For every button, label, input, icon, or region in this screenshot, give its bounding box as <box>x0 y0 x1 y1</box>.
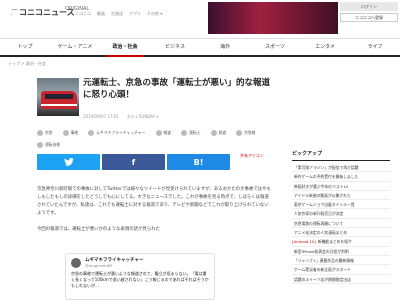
embedded-tweet[interactable]: ムギマキフライキャッチャー @mugimaki83 京急の事故で運転士が悪いよう… <box>65 253 215 300</box>
share-side-label: 共有アイコン <box>240 153 264 158</box>
pickup-text: 新機能まとめを紹介 <box>317 239 352 245</box>
tag-icon <box>37 142 43 148</box>
tag-icon <box>88 130 95 136</box>
article-title: 元運転士、京急の事故「運転士が悪い」的な報道に怒り心頭！ <box>83 78 271 100</box>
pickup-item[interactable]: 新型iPhone発表会の日程が判明 <box>292 247 390 256</box>
tag-icon <box>62 130 69 136</box>
top-link-live[interactable]: 生放送 <box>111 11 123 17</box>
share-buttons: f B! <box>37 154 230 170</box>
pickup-category: [Android 10] <box>292 239 316 245</box>
top-link-niconico[interactable]: ニコニコ <box>75 11 91 17</box>
tag-icon <box>236 130 243 136</box>
tweet-author: ムギマキフライキャッチャー @mugimaki83 <box>85 257 143 268</box>
pickup-item[interactable]: 「ジャンプ+」連載作品の最新情報 <box>292 256 390 266</box>
tweet-text: 京急の事故で運転士が悪いような報道されて、腹立が収まらない。「電は重く長くなって… <box>71 271 209 288</box>
twitter-share-button[interactable] <box>37 154 100 170</box>
pickup-text: 話題のスイーツ店が期間限定出店 <box>294 276 351 282</box>
article-thumbnail <box>37 78 79 116</box>
nav-entertainment[interactable]: エンタメ <box>300 39 350 55</box>
nav-top[interactable]: トップ <box>0 39 50 55</box>
pickup-text: 映画好きが選ぶ今年のベスト10 <box>294 183 349 189</box>
tag-icon <box>37 130 43 136</box>
register-button[interactable]: ニコニコへ登録 <box>340 13 398 22</box>
tag-item[interactable]: 報道 <box>155 130 172 136</box>
pickup-item[interactable]: 話題のスイーツ店が期間限定出店 <box>292 275 390 284</box>
pickup-text: 「実写版アラジン」が配信で再び話題 <box>294 165 359 170</box>
pickup-item[interactable]: ゲーム実況者の新企画がスタート <box>292 265 390 275</box>
tag-icon <box>210 130 217 136</box>
tag-icon <box>155 130 162 136</box>
nav-politics-society[interactable]: 政治・社会 <box>100 39 150 57</box>
tag-item[interactable]: 運転士 <box>181 130 201 136</box>
avatar[interactable] <box>71 257 81 268</box>
tweet-header: ムギマキフライキャッチャー @mugimaki83 <box>71 257 209 268</box>
tag-label: 報道 <box>163 130 172 135</box>
nav-life[interactable]: ライフ <box>350 39 400 55</box>
pickup-item[interactable]: 東京ゲームショウ出展タイトル一覧 <box>292 200 390 210</box>
facebook-share-button[interactable]: f <box>102 154 165 170</box>
top-link-other[interactable]: その他 ▾ <box>147 11 162 17</box>
nav-overseas[interactable]: 海外 <box>200 39 250 55</box>
tag-item[interactable]: 鉄道 <box>210 130 227 136</box>
tag-label: 鉄道 <box>218 130 227 135</box>
hatena-icon: B! <box>193 157 204 167</box>
tag-item[interactable]: 事故 <box>62 130 79 136</box>
pickup-text: 京急電鉄の運転再開について <box>294 220 344 226</box>
pickup-text: アイドル新曲の動画が公開された <box>294 192 351 198</box>
nav-sports[interactable]: スポーツ <box>250 39 300 55</box>
ad-banner[interactable] <box>208 2 338 34</box>
tag-item[interactable]: 京急 <box>37 130 53 136</box>
tag-icon <box>181 130 188 136</box>
article-source[interactable]: おたくSUNDAY ▸ <box>127 114 159 120</box>
pickup-text: 人気作家の新刊発売日が決定 <box>294 211 344 217</box>
pickup-item[interactable]: 新作ゲームの予約受付を開始しました <box>292 172 390 182</box>
article-paragraph: 京急神奈川新町駅での事故に対してTwitterでは様々なツイートが見受けられてい… <box>37 187 271 216</box>
twitter-bird-icon <box>63 158 74 166</box>
facebook-icon: f <box>131 157 136 167</box>
pickup-item[interactable]: 京急電鉄の運転再開について <box>292 219 390 229</box>
breadcrumb[interactable]: トップ > 政治・社会 <box>8 61 46 67</box>
pickup-item[interactable]: 「実写版アラジン」が配信で再び話題 <box>292 163 390 173</box>
pickup-item[interactable]: 映画好きが選ぶ今年のベスト10 <box>292 182 390 191</box>
article-date: 2019/09/07 17:01 <box>83 114 119 119</box>
pickup-text: アニメ化決定の人気漫画まとめ <box>294 230 348 236</box>
top-link-app[interactable]: アプリ <box>129 11 141 17</box>
article-body: 京急神奈川新町駅での事故に対してTwitterでは様々なツイートが見受けられてい… <box>37 186 272 242</box>
train-image <box>41 91 77 109</box>
pickup-item[interactable]: [Android 10] 新機能まとめを紹介 <box>292 237 390 247</box>
article-meta: 2019/09/07 17:01 おたくSUNDAY ▸ <box>83 114 158 120</box>
tag-item[interactable]: 京急線 <box>236 130 255 136</box>
site-header: ニコニコニュース ORIGINAL ニコニコ 動画 生放送 アプリ その他 ▾ … <box>0 0 400 38</box>
tag-item[interactable]: 運転技術 <box>37 142 60 148</box>
login-link[interactable]: ログイン <box>340 2 398 11</box>
tag-label: 運転技術 <box>45 142 61 147</box>
tag-label: 京急線 <box>244 130 256 135</box>
pickup-item[interactable]: 人気作家の新刊発売日が決定 <box>292 209 390 219</box>
login-area: ログイン ニコニコへ登録 <box>340 2 398 22</box>
pickup-text: ゲーム実況者の新企画がスタート <box>294 267 351 273</box>
top-links: ニコニコ 動画 生放送 アプリ その他 ▾ <box>75 11 162 17</box>
tag-label: ムギマキフライキャッチャー <box>96 130 146 135</box>
tag-label: 運転士 <box>189 130 201 135</box>
nav-business[interactable]: ビジネス <box>150 39 200 55</box>
pickup-item[interactable]: アイドル新曲の動画が公開された <box>292 191 390 201</box>
tweet-author-handle[interactable]: @mugimaki83 <box>85 263 143 268</box>
site-logo[interactable]: ニコニコニュース <box>8 4 75 21</box>
tag-label: 京急 <box>45 130 53 135</box>
tag-list: 京急 事故 ムギマキフライキャッチャー 報道 運転士 鉄道 京急線 運転技術 <box>37 130 272 148</box>
tag-label: 事故 <box>70 130 79 135</box>
pickup-title: ピックアップ <box>292 150 390 161</box>
pickup-text: 東京ゲームショウ出展タイトル一覧 <box>294 202 355 208</box>
tag-item[interactable]: ムギマキフライキャッチャー <box>88 130 146 136</box>
top-link-video[interactable]: 動画 <box>97 11 105 17</box>
pickup-sidebar: ピックアップ 「実写版アラジン」が配信で再び話題 新作ゲームの予約受付を開始しま… <box>292 150 390 284</box>
pickup-item[interactable]: アニメ化決定の人気漫画まとめ <box>292 228 390 238</box>
pickup-text: 新作ゲームの予約受付を開始しました <box>294 174 359 180</box>
pickup-text: 新型iPhone発表会の日程が判明 <box>294 248 349 254</box>
nav-game-anime[interactable]: ゲーム・アニメ <box>50 39 100 55</box>
category-nav: トップ ゲーム・アニメ 政治・社会 ビジネス 海外 スポーツ エンタメ ライフ <box>0 38 400 57</box>
hatena-bookmark-button[interactable]: B! <box>167 154 230 170</box>
article-paragraph: 今回の報道では、運転士が悪いかのような表現の話が見られた <box>37 227 160 232</box>
pickup-text: 「ジャンプ+」連載作品の最新情報 <box>294 257 354 263</box>
